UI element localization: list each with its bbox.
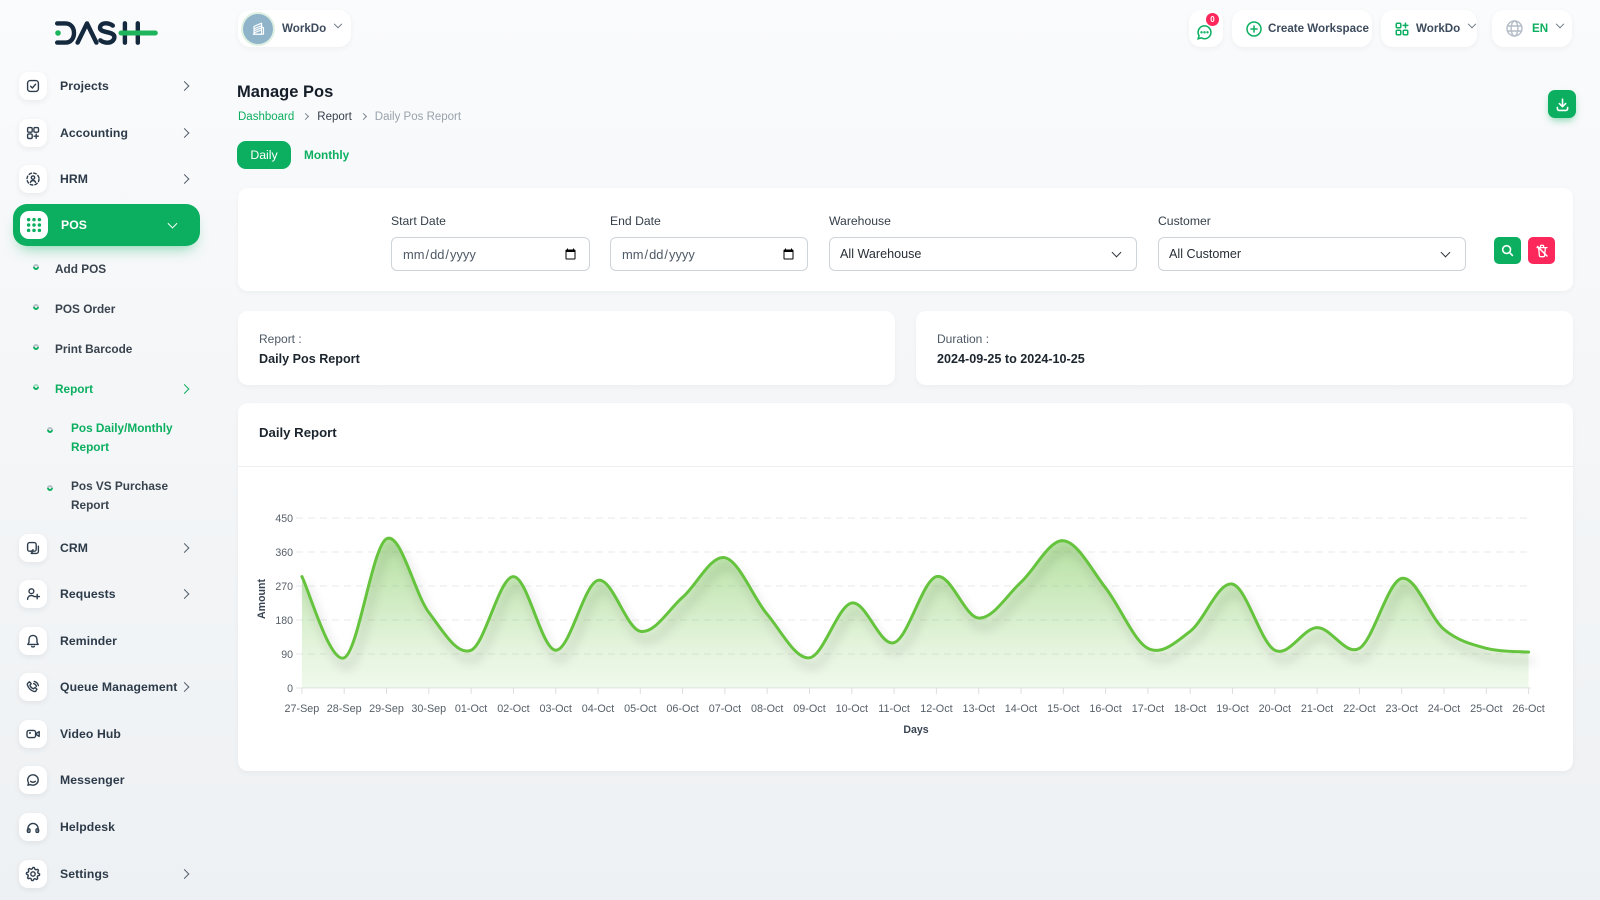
svg-text:21-Oct: 21-Oct	[1301, 703, 1333, 715]
svg-text:0: 0	[287, 683, 293, 695]
svg-text:13-Oct: 13-Oct	[962, 703, 994, 715]
svg-text:15-Oct: 15-Oct	[1047, 703, 1079, 715]
svg-text:09-Oct: 09-Oct	[793, 703, 825, 715]
svg-text:27-Sep: 27-Sep	[284, 703, 319, 715]
svg-text:16-Oct: 16-Oct	[1089, 703, 1121, 715]
svg-text:180: 180	[275, 615, 293, 627]
svg-text:06-Oct: 06-Oct	[666, 703, 698, 715]
svg-text:01-Oct: 01-Oct	[455, 703, 487, 715]
svg-text:02-Oct: 02-Oct	[497, 703, 529, 715]
svg-text:90: 90	[281, 649, 293, 661]
svg-text:08-Oct: 08-Oct	[751, 703, 783, 715]
svg-text:07-Oct: 07-Oct	[709, 703, 741, 715]
svg-text:04-Oct: 04-Oct	[582, 703, 614, 715]
svg-text:11-Oct: 11-Oct	[878, 703, 910, 715]
svg-text:10-Oct: 10-Oct	[836, 703, 868, 715]
svg-text:25-Oct: 25-Oct	[1470, 703, 1502, 715]
svg-text:29-Sep: 29-Sep	[369, 703, 404, 715]
svg-text:17-Oct: 17-Oct	[1132, 703, 1164, 715]
svg-text:23-Oct: 23-Oct	[1385, 703, 1417, 715]
svg-text:270: 270	[275, 581, 293, 593]
svg-text:19-Oct: 19-Oct	[1216, 703, 1248, 715]
svg-text:22-Oct: 22-Oct	[1343, 703, 1375, 715]
svg-text:450: 450	[275, 513, 293, 525]
svg-text:03-Oct: 03-Oct	[539, 703, 571, 715]
svg-text:Days: Days	[903, 724, 928, 736]
svg-text:26-Oct: 26-Oct	[1512, 703, 1544, 715]
svg-text:12-Oct: 12-Oct	[920, 703, 952, 715]
svg-text:Amount: Amount	[256, 579, 268, 619]
svg-text:24-Oct: 24-Oct	[1428, 703, 1460, 715]
svg-text:30-Sep: 30-Sep	[411, 703, 446, 715]
svg-text:14-Oct: 14-Oct	[1005, 703, 1037, 715]
svg-text:05-Oct: 05-Oct	[624, 703, 656, 715]
svg-text:18-Oct: 18-Oct	[1174, 703, 1206, 715]
svg-text:360: 360	[275, 547, 293, 559]
svg-text:28-Sep: 28-Sep	[327, 703, 362, 715]
svg-text:20-Oct: 20-Oct	[1259, 703, 1291, 715]
